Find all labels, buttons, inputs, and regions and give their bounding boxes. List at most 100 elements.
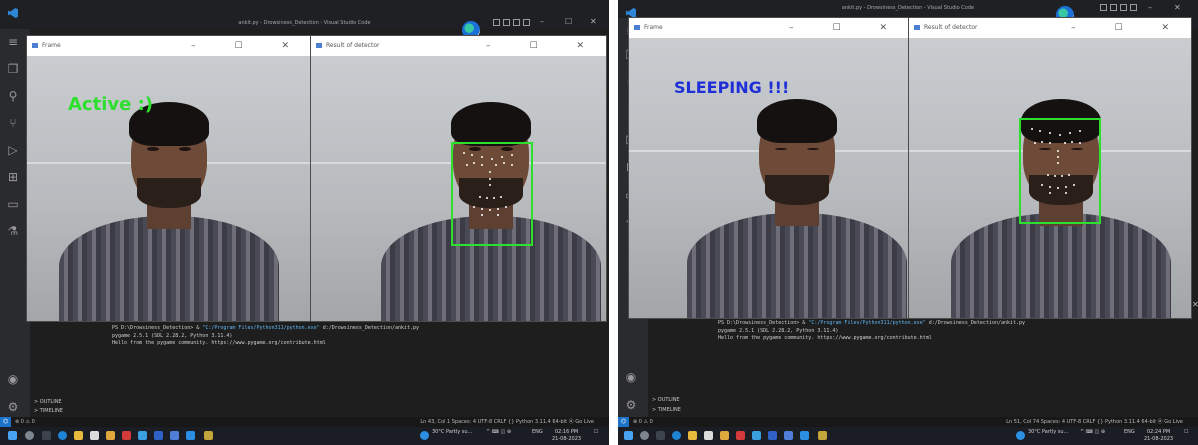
taskbar-search-icon[interactable]: [25, 431, 34, 440]
window-controls[interactable]: – ☐ ✕: [1071, 18, 1187, 38]
app-icon[interactable]: [106, 431, 115, 440]
person-image: [687, 88, 907, 318]
window-controls[interactable]: – ☐ ✕: [191, 36, 307, 56]
explorer-icon[interactable]: ❐: [6, 62, 20, 76]
window-controls[interactable]: – ☐ ✕: [486, 36, 602, 56]
remote-status-icon[interactable]: ⌬: [618, 417, 629, 427]
problems-status[interactable]: ⊗ 0 ⚠ 0: [15, 417, 35, 427]
taskbar-edge-icon[interactable]: [58, 431, 67, 440]
layout-controls[interactable]: [493, 19, 530, 26]
timeline-section[interactable]: > TIMELINE: [34, 408, 63, 414]
app-icon[interactable]: [154, 431, 163, 440]
file-explorer-icon[interactable]: [688, 431, 697, 440]
detector-window-title: Result of detector: [326, 42, 380, 49]
landmark-dot: [497, 214, 499, 216]
frame-window-titlebar[interactable]: Frame – ☐ ✕: [27, 36, 311, 56]
remote-status-icon[interactable]: ⌬: [0, 417, 11, 427]
terminal-output[interactable]: PS D:\Drowsiness_Detection> & "C:/Progra…: [112, 325, 419, 348]
search-icon[interactable]: ⚲: [6, 89, 20, 103]
taskbar-edge-icon[interactable]: [672, 431, 681, 440]
frame-window-titlebar[interactable]: Frame – ☐ ✕: [629, 18, 909, 38]
terminal-output[interactable]: PS D:\Drowsiness_Detection> & "C:/Progra…: [718, 320, 1025, 343]
close-button[interactable]: ✕: [590, 17, 597, 26]
landmark-dot: [1049, 192, 1051, 194]
status-bar: ⌬ ⊗ 0 ⚠ 0 Ln 51, Col 74 Spaces: 4 UTF-8 …: [618, 417, 1198, 427]
minimize-button[interactable]: –: [1148, 3, 1152, 12]
settings-gear-icon[interactable]: ⚙: [6, 400, 20, 414]
tray-icons[interactable]: ^ ⌨ ◫ ⊕: [486, 429, 511, 436]
taskbar-search-icon[interactable]: [640, 431, 649, 440]
detector-window[interactable]: Result of detector – ☐ ✕: [310, 35, 607, 322]
weather-icon[interactable]: [420, 431, 429, 440]
weather-text[interactable]: 30°C Partly su...: [1028, 429, 1068, 436]
weather-icon[interactable]: [1016, 431, 1025, 440]
editor-status[interactable]: Ln 51, Col 74 Spaces: 4 UTF-8 CRLF {} Py…: [1006, 417, 1183, 427]
clock[interactable]: 02:24 PM 21-08-2023: [1144, 429, 1173, 443]
app-icon[interactable]: [784, 431, 793, 440]
testing-icon[interactable]: ⚗: [6, 224, 20, 238]
task-view-icon[interactable]: [42, 431, 51, 440]
window-controls[interactable]: – ☐ ✕: [789, 18, 905, 38]
weather-text[interactable]: 30°C Partly su...: [432, 429, 472, 436]
app-icon[interactable]: [138, 431, 147, 440]
panel-close-icon[interactable]: ✕: [1192, 300, 1198, 309]
settings-gear-icon[interactable]: ⚙: [624, 398, 638, 412]
landmark-dot: [1041, 141, 1043, 143]
landmark-dot: [503, 162, 505, 164]
windows-start-icon[interactable]: [8, 431, 17, 440]
task-view-icon[interactable]: [656, 431, 665, 440]
status-bar: ⌬ ⊗ 0 ⚠ 0 Ln 43, Col 1 Spaces: 4 UTF-8 C…: [0, 417, 609, 427]
outline-section[interactable]: > OUTLINE: [34, 399, 62, 405]
app-icon[interactable]: [122, 431, 131, 440]
outline-section[interactable]: > OUTLINE: [652, 397, 680, 403]
window-icon: [914, 25, 920, 30]
status-overlay-text: Active :): [68, 94, 154, 115]
clock[interactable]: 02:16 PM 21-08-2023: [552, 429, 581, 443]
detector-window-titlebar[interactable]: Result of detector – ☐ ✕: [909, 18, 1191, 38]
language-indicator[interactable]: ENG: [1124, 429, 1135, 436]
landmark-dot: [1054, 175, 1056, 177]
app-icon[interactable]: [170, 431, 179, 440]
store-icon[interactable]: [704, 431, 713, 440]
windows-start-icon[interactable]: [624, 431, 633, 440]
detector-window-title: Result of detector: [924, 24, 978, 31]
remote-explorer-icon[interactable]: ▭: [6, 197, 20, 211]
screenshot-active: ankit.py - Drowsiness_Detection - Visual…: [0, 0, 609, 445]
landmark-dot: [1057, 156, 1059, 158]
account-icon[interactable]: ◉: [624, 370, 638, 384]
notification-icon[interactable]: ☐: [594, 429, 598, 436]
landmark-dot: [471, 154, 473, 156]
person-image: [59, 91, 279, 321]
landmark-dot: [463, 152, 465, 154]
landmark-dot: [481, 208, 483, 210]
maximize-button[interactable]: ☐: [565, 17, 572, 26]
run-debug-icon[interactable]: ▷: [6, 143, 20, 157]
account-icon[interactable]: ◉: [6, 372, 20, 386]
frame-window[interactable]: Frame – ☐ ✕ Active :): [26, 35, 312, 322]
source-control-icon[interactable]: ⑂: [6, 116, 20, 130]
editor-status[interactable]: Ln 43, Col 1 Spaces: 4 UTF-8 CRLF {} Pyt…: [420, 417, 594, 427]
app-icon[interactable]: [752, 431, 761, 440]
minimize-button[interactable]: –: [540, 17, 544, 26]
app-icon[interactable]: [736, 431, 745, 440]
close-button[interactable]: ✕: [1174, 3, 1181, 12]
timeline-section[interactable]: > TIMELINE: [652, 407, 681, 413]
detector-window[interactable]: Result of detector – ☐ ✕: [908, 17, 1192, 319]
extensions-icon[interactable]: ⊞: [6, 170, 20, 184]
vscode-taskbar-icon[interactable]: [800, 431, 809, 440]
vscode-taskbar-icon[interactable]: [186, 431, 195, 440]
file-explorer-icon[interactable]: [74, 431, 83, 440]
python-taskbar-icon[interactable]: [204, 431, 213, 440]
app-icon[interactable]: [720, 431, 729, 440]
frame-window[interactable]: Frame – ☐ ✕ SLEEPING !!!: [628, 17, 910, 319]
detector-window-titlebar[interactable]: Result of detector – ☐ ✕: [311, 36, 606, 56]
app-icon[interactable]: [768, 431, 777, 440]
store-icon[interactable]: [90, 431, 99, 440]
notification-icon[interactable]: ☐: [1184, 429, 1188, 436]
language-indicator[interactable]: ENG: [532, 429, 543, 436]
tray-icons[interactable]: ^ ⌨ ◫ ⊕: [1080, 429, 1105, 436]
menu-icon[interactable]: ≡: [6, 35, 20, 49]
layout-controls[interactable]: [1100, 4, 1137, 11]
problems-status[interactable]: ⊗ 0 ⚠ 0: [633, 417, 653, 427]
python-taskbar-icon[interactable]: [818, 431, 827, 440]
